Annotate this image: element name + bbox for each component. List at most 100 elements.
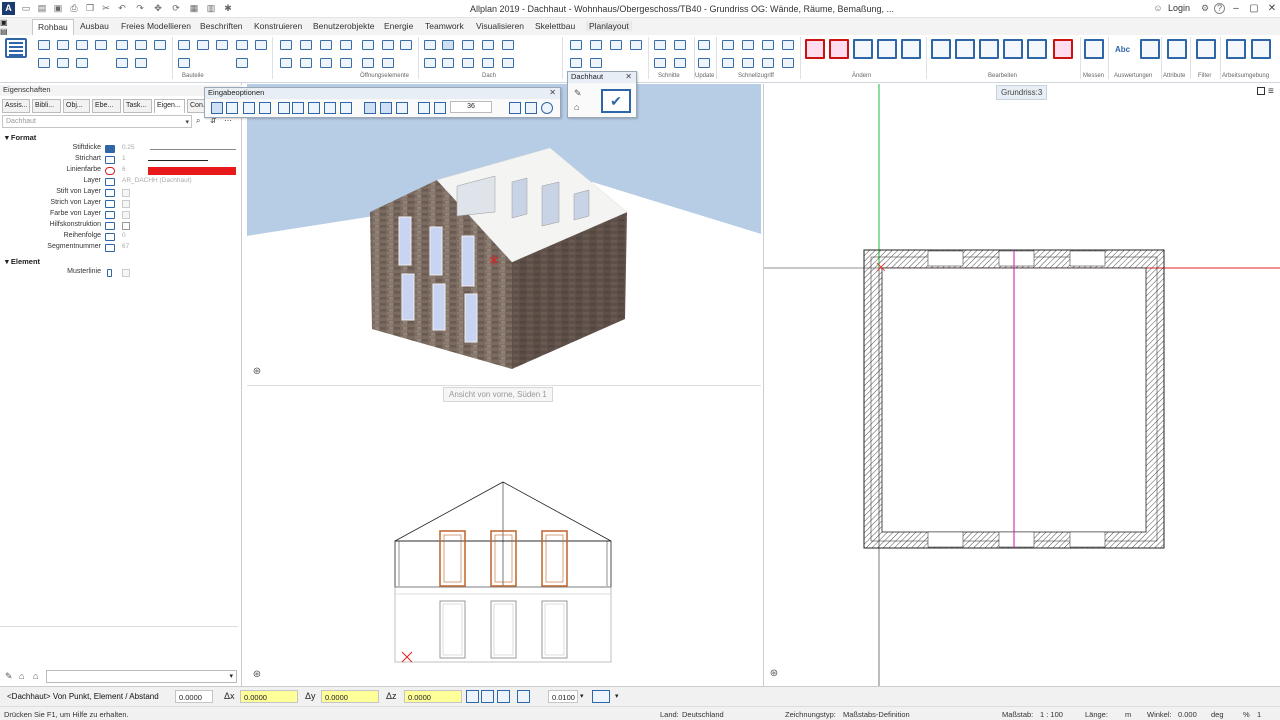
eingabeoptionen-value-input[interactable]: 36 bbox=[450, 101, 492, 113]
roof-gutter-icon[interactable] bbox=[502, 58, 514, 68]
roof-eaves-icon[interactable] bbox=[482, 58, 494, 68]
layout-icon[interactable]: ▥ bbox=[205, 3, 217, 14]
dormer-icon[interactable] bbox=[482, 40, 494, 50]
land-value[interactable]: Deutschland bbox=[682, 710, 724, 719]
minus-area-icon[interactable] bbox=[380, 102, 392, 114]
display-options-icon[interactable] bbox=[592, 690, 610, 703]
prop-linienfarbe[interactable]: Linienfarbe 6 bbox=[0, 166, 242, 177]
attribute-icon[interactable] bbox=[1167, 39, 1187, 59]
filter-icon[interactable] bbox=[1196, 39, 1216, 59]
rotate-icon[interactable] bbox=[877, 39, 897, 59]
confirm-check-icon[interactable]: ✔ bbox=[601, 89, 631, 113]
prop-layer[interactable]: Layer AR_DACHH (Dachhaut) bbox=[0, 177, 242, 188]
window-opening-icon[interactable] bbox=[300, 40, 312, 50]
favorites-save-icon[interactable]: ⌂ bbox=[33, 671, 38, 681]
select-icon[interactable]: ⌕ bbox=[196, 116, 200, 126]
niche-icon[interactable] bbox=[216, 40, 228, 50]
properties-icon[interactable]: ⌂ bbox=[574, 102, 579, 112]
view-navigation-icon[interactable]: ⊛ bbox=[251, 366, 263, 378]
prop-stiftdicke[interactable]: Stiftdicke 0.25 bbox=[0, 144, 242, 155]
zeichnungstyp-value[interactable]: Maßstabs-Definition bbox=[843, 710, 910, 719]
dimension-icon[interactable] bbox=[742, 40, 754, 50]
polygon-wall-icon[interactable] bbox=[76, 58, 88, 68]
grid-snap-icon[interactable] bbox=[497, 690, 510, 703]
roof-edit-icon[interactable] bbox=[424, 58, 436, 68]
view-menu-icon[interactable]: ≡ bbox=[1268, 86, 1274, 97]
tab-ausbau[interactable]: Ausbau bbox=[80, 21, 109, 31]
prop-musterlinie[interactable]: Musterlinie bbox=[0, 268, 242, 279]
strich-von-layer-checkbox[interactable] bbox=[122, 200, 130, 208]
tab-taskmanager[interactable]: Task... bbox=[123, 99, 152, 113]
update-view-icon[interactable] bbox=[654, 58, 666, 68]
round-wall-icon[interactable] bbox=[57, 58, 69, 68]
rectangle-entry-icon[interactable] bbox=[226, 102, 238, 114]
roof-icon[interactable] bbox=[424, 40, 436, 50]
prop-reihenfolge[interactable]: Reihenfolge 0 bbox=[0, 232, 242, 243]
multi-area-icon[interactable] bbox=[396, 102, 408, 114]
ribbon-options-icon[interactable]: ▣ bbox=[0, 18, 1280, 27]
slab-icon[interactable] bbox=[95, 40, 107, 50]
plus-area-icon[interactable] bbox=[364, 102, 376, 114]
tab-skelettbau[interactable]: Skelettbau bbox=[535, 21, 575, 31]
laenge-value[interactable]: m bbox=[1125, 710, 1131, 719]
opening-copy-icon[interactable] bbox=[320, 58, 332, 68]
tab-objekte[interactable]: Obj... bbox=[63, 99, 90, 113]
application-menu-icon[interactable] bbox=[5, 38, 27, 58]
copy-object-icon[interactable] bbox=[931, 39, 951, 59]
favorites-combo[interactable]: ▾ bbox=[46, 670, 237, 683]
prop-strichart[interactable]: Strichart 1 bbox=[0, 155, 242, 166]
dx-input[interactable]: 0.0000 bbox=[240, 690, 298, 703]
favorites-open-icon[interactable]: ⌂ bbox=[19, 671, 24, 681]
rafter-icon[interactable] bbox=[502, 40, 514, 50]
delete-icon[interactable] bbox=[805, 39, 825, 59]
section-element[interactable]: ▾ Element bbox=[5, 257, 40, 266]
line-icon[interactable] bbox=[722, 40, 734, 50]
tab-planlayout[interactable]: Planlayout bbox=[586, 21, 632, 31]
view-navigation-icon[interactable]: ⊛ bbox=[768, 668, 780, 680]
checkbox-icon[interactable] bbox=[278, 102, 290, 114]
level-dimension-icon[interactable] bbox=[782, 40, 794, 50]
percent-value[interactable]: 1 bbox=[1257, 710, 1261, 719]
line-wall-icon[interactable] bbox=[38, 58, 50, 68]
window-macro-icon[interactable] bbox=[362, 40, 374, 50]
circle-entry-icon[interactable] bbox=[340, 102, 352, 114]
tab-konstruieren[interactable]: Konstruieren bbox=[254, 21, 302, 31]
angle-snap-icon[interactable] bbox=[517, 690, 530, 703]
foundation-icon[interactable] bbox=[116, 58, 128, 68]
tab-energie[interactable]: Energie bbox=[384, 21, 413, 31]
symbol-icon[interactable] bbox=[782, 58, 794, 68]
roof-tile-icon[interactable] bbox=[442, 58, 454, 68]
tools-icon[interactable]: ✱ bbox=[222, 3, 234, 14]
text-icon[interactable] bbox=[762, 40, 774, 50]
view-icon[interactable] bbox=[590, 40, 602, 50]
login-link[interactable]: Login bbox=[1168, 3, 1190, 13]
opening-icon[interactable] bbox=[236, 58, 248, 68]
tab-beschriften[interactable]: Beschriften bbox=[200, 21, 243, 31]
hatch-icon[interactable] bbox=[722, 58, 734, 68]
pin-icon[interactable] bbox=[698, 58, 710, 68]
opening-attribute-icon[interactable] bbox=[382, 58, 394, 68]
prop-hilfskonstruktion[interactable]: Hilfskonstruktion bbox=[0, 221, 242, 232]
label-text-icon[interactable]: Abc bbox=[1115, 45, 1130, 54]
element-type-combo[interactable]: Dachhaut ▾ bbox=[2, 115, 192, 128]
measure-icon[interactable] bbox=[1084, 39, 1104, 59]
roof-covering-icon[interactable] bbox=[442, 40, 454, 50]
track-icon[interactable] bbox=[481, 690, 494, 703]
door-macro-icon[interactable] bbox=[382, 40, 394, 50]
viewport-3d[interactable]: ⊛ bbox=[247, 84, 761, 384]
stift-von-layer-checkbox[interactable] bbox=[122, 189, 130, 197]
tab-bibliothek[interactable]: Bibli... bbox=[32, 99, 61, 113]
close-window-button[interactable]: ✕ bbox=[1258, 2, 1280, 16]
hilfskonstruktion-checkbox[interactable] bbox=[122, 222, 130, 230]
save-icon[interactable]: ▣ bbox=[52, 3, 64, 14]
direction-icon[interactable] bbox=[509, 102, 521, 114]
modify-points-icon[interactable] bbox=[829, 39, 849, 59]
pan-icon[interactable]: ✥ bbox=[152, 3, 164, 14]
calculator-icon[interactable]: ▦ bbox=[188, 3, 200, 14]
close-icon[interactable]: ✕ bbox=[625, 72, 632, 81]
window-icon[interactable] bbox=[178, 40, 190, 50]
recess-icon[interactable] bbox=[236, 40, 248, 50]
stair-icon[interactable] bbox=[116, 40, 128, 50]
maximize-view-icon[interactable] bbox=[1257, 87, 1265, 95]
chevron-down-icon[interactable]: ▾ bbox=[615, 692, 619, 700]
